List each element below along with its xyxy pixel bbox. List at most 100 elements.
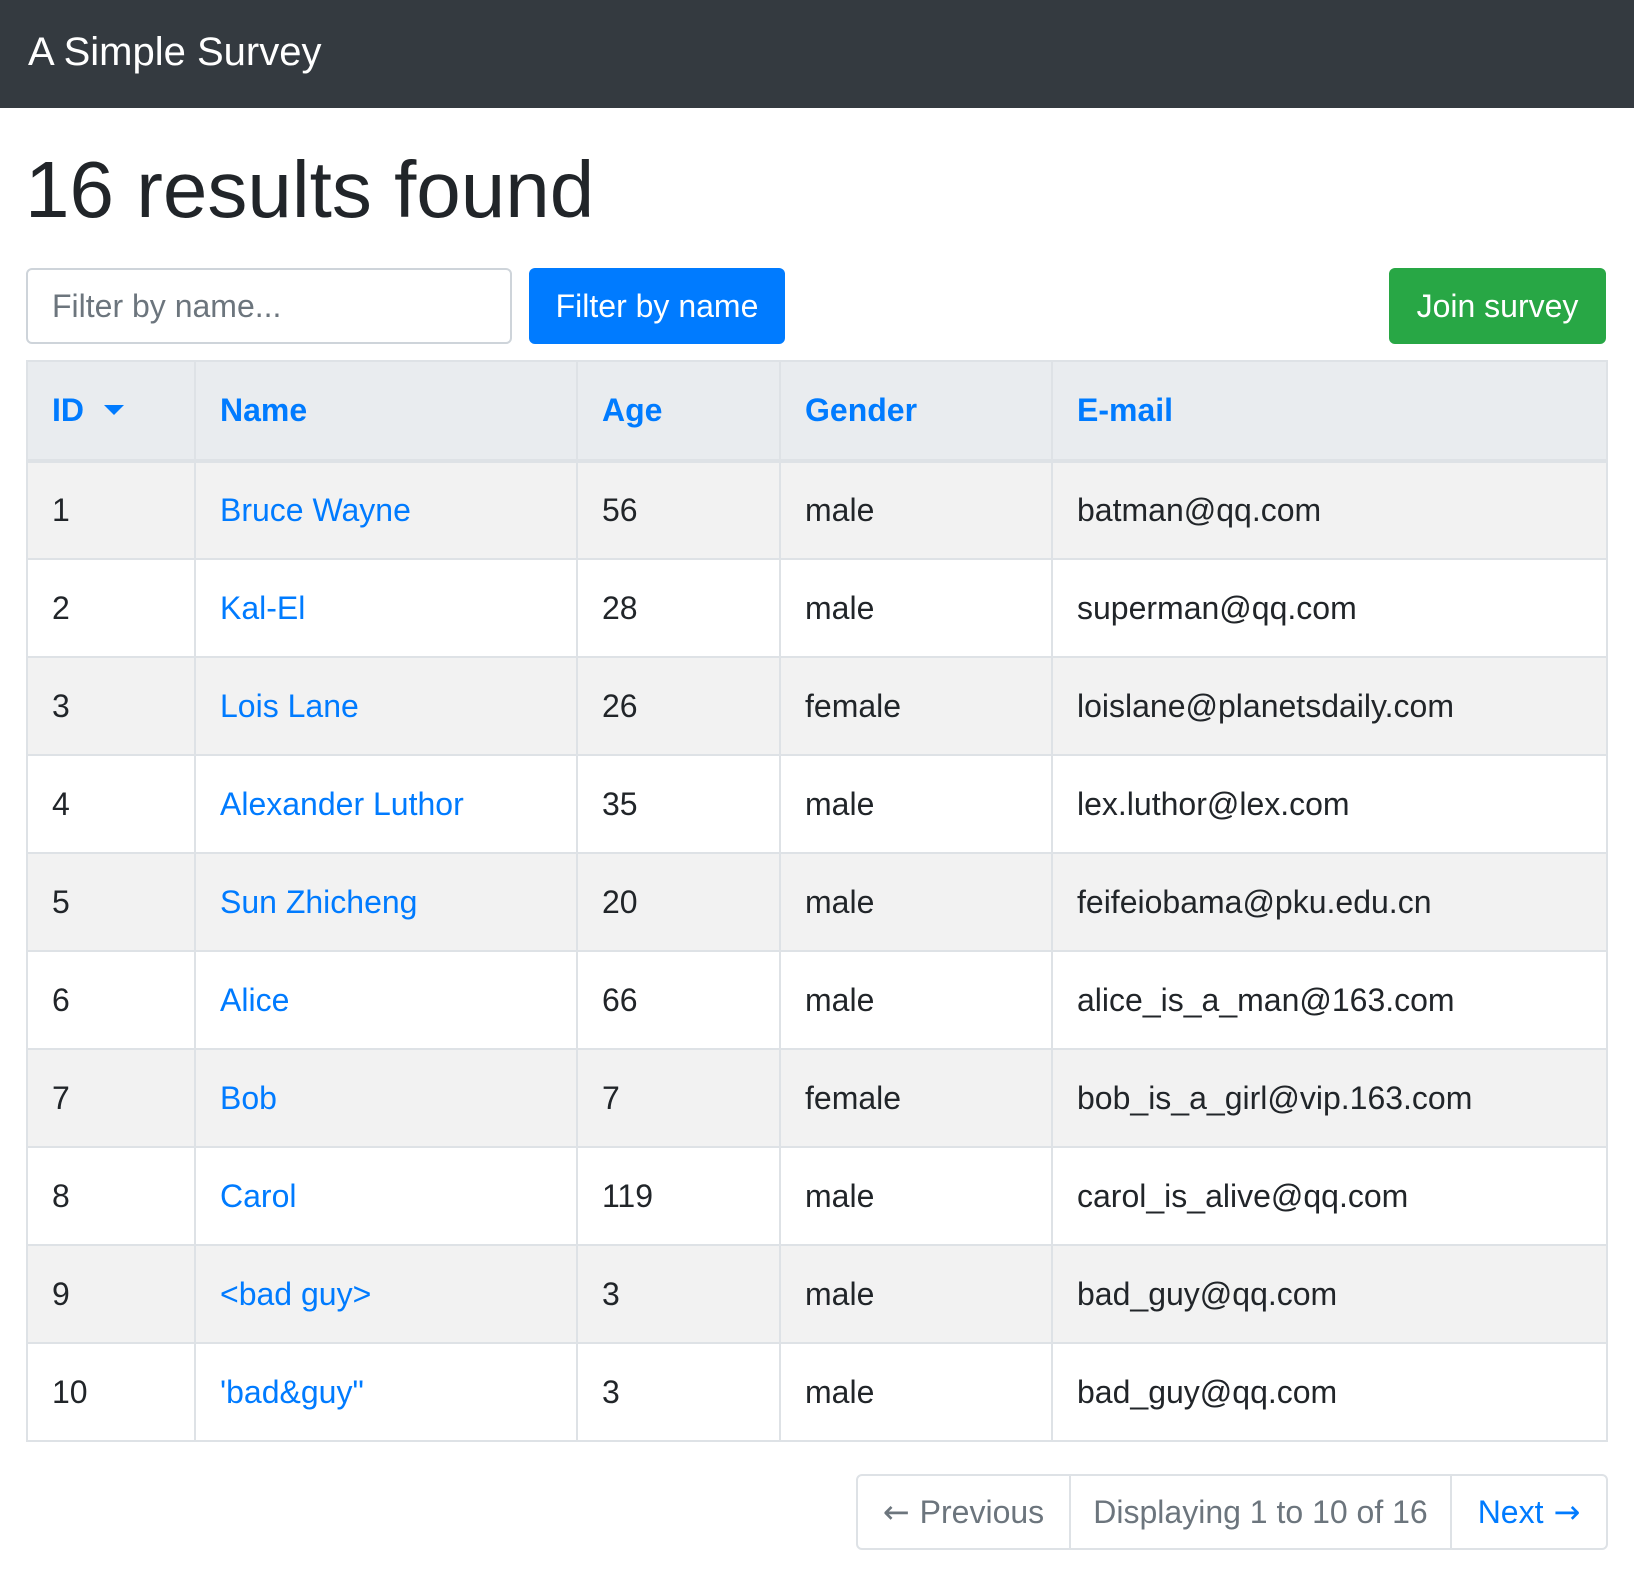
table-row: 3 Lois Lane 26 female loislane@planetsda… [26, 656, 1608, 756]
cell-id: 2 [26, 558, 196, 658]
name-link[interactable]: Alice [220, 982, 289, 1018]
arrow-right-icon: → [1553, 1493, 1581, 1531]
navbar: A Simple Survey [0, 0, 1634, 108]
cell-age: 66 [576, 950, 781, 1050]
table-row: 8 Carol 119 male carol_is_alive@qq.com [26, 1146, 1608, 1246]
table-row: 2 Kal-El 28 male superman@qq.com [26, 558, 1608, 658]
cell-age: 7 [576, 1048, 781, 1148]
cell-gender: female [779, 1048, 1053, 1148]
page-title: 16 results found [25, 145, 595, 234]
cell-email: feifeiobama@pku.edu.cn [1051, 852, 1608, 952]
navbar-brand[interactable]: A Simple Survey [28, 26, 321, 78]
cell-age: 3 [576, 1244, 781, 1344]
column-header-age[interactable]: Age [576, 360, 781, 463]
cell-id: 3 [26, 656, 196, 756]
name-link[interactable]: Sun Zhicheng [220, 884, 417, 920]
table-header-row: ID Name Age Gender E-mail [26, 360, 1608, 463]
cell-email: bob_is_a_girl@vip.163.com [1051, 1048, 1608, 1148]
cell-email: lex.luthor@lex.com [1051, 754, 1608, 854]
cell-gender: male [779, 852, 1053, 952]
cell-id: 4 [26, 754, 196, 854]
results-table: ID Name Age Gender E-mail 1 Bruce Wayne [26, 360, 1608, 1442]
next-page-button[interactable]: Next → [1452, 1476, 1606, 1548]
cell-name: <bad guy> [194, 1244, 578, 1344]
column-header-id[interactable]: ID [26, 360, 196, 463]
name-link[interactable]: Alexander Luthor [220, 786, 464, 822]
cell-gender: male [779, 1342, 1053, 1442]
cell-name: Kal-El [194, 558, 578, 658]
cell-name: Alexander Luthor [194, 754, 578, 854]
previous-page-button[interactable]: ← Previous [858, 1476, 1071, 1548]
cell-age: 119 [576, 1146, 781, 1246]
column-header-email-label[interactable]: E-mail [1077, 392, 1173, 428]
next-label: Next [1477, 1493, 1544, 1530]
cell-name: Carol [194, 1146, 578, 1246]
cell-id: 8 [26, 1146, 196, 1246]
cell-id: 1 [26, 460, 196, 560]
name-link[interactable]: Bruce Wayne [220, 492, 411, 528]
table-row: 10 'bad&guy" 3 male bad_guy@qq.com [26, 1342, 1608, 1442]
name-link[interactable]: 'bad&guy" [220, 1374, 364, 1410]
caret-down-icon [104, 404, 124, 415]
cell-age: 28 [576, 558, 781, 658]
pagination-info: Displaying 1 to 10 of 16 [1071, 1476, 1452, 1548]
table-row: 9 <bad guy> 3 male bad_guy@qq.com [26, 1244, 1608, 1344]
table-header: ID Name Age Gender E-mail [26, 360, 1608, 463]
pagination: ← Previous Displaying 1 to 10 of 16 Next… [856, 1474, 1608, 1550]
results-table-container: ID Name Age Gender E-mail 1 Bruce Wayne [26, 360, 1608, 1442]
column-header-age-label[interactable]: Age [602, 392, 662, 428]
cell-email: bad_guy@qq.com [1051, 1342, 1608, 1442]
cell-email: batman@qq.com [1051, 460, 1608, 560]
column-header-name-label[interactable]: Name [220, 392, 307, 428]
name-link[interactable]: <bad guy> [220, 1276, 371, 1312]
column-header-id-label[interactable]: ID [52, 392, 84, 428]
cell-name: Bruce Wayne [194, 460, 578, 560]
name-link[interactable]: Carol [220, 1178, 296, 1214]
cell-email: bad_guy@qq.com [1051, 1244, 1608, 1344]
cell-name: 'bad&guy" [194, 1342, 578, 1442]
cell-name: Bob [194, 1048, 578, 1148]
table-row: 6 Alice 66 male alice_is_a_man@163.com [26, 950, 1608, 1050]
cell-id: 7 [26, 1048, 196, 1148]
cell-email: alice_is_a_man@163.com [1051, 950, 1608, 1050]
cell-id: 9 [26, 1244, 196, 1344]
cell-age: 26 [576, 656, 781, 756]
column-header-gender[interactable]: Gender [779, 360, 1053, 463]
cell-id: 5 [26, 852, 196, 952]
cell-gender: male [779, 1244, 1053, 1344]
cell-name: Alice [194, 950, 578, 1050]
table-row: 5 Sun Zhicheng 20 male feifeiobama@pku.e… [26, 852, 1608, 952]
cell-name: Lois Lane [194, 656, 578, 756]
name-link[interactable]: Bob [220, 1080, 277, 1116]
column-header-name[interactable]: Name [194, 360, 578, 463]
filter-name-input[interactable] [26, 268, 512, 344]
name-link[interactable]: Lois Lane [220, 688, 359, 724]
arrow-left-icon: ← [882, 1493, 910, 1531]
join-survey-button[interactable]: Join survey [1389, 268, 1606, 344]
cell-gender: female [779, 656, 1053, 756]
table-row: 4 Alexander Luthor 35 male lex.luthor@le… [26, 754, 1608, 854]
column-header-email[interactable]: E-mail [1051, 360, 1608, 463]
cell-id: 10 [26, 1342, 196, 1442]
cell-age: 3 [576, 1342, 781, 1442]
cell-age: 35 [576, 754, 781, 854]
cell-email: superman@qq.com [1051, 558, 1608, 658]
table-row: 1 Bruce Wayne 56 male batman@qq.com [26, 460, 1608, 560]
column-header-gender-label[interactable]: Gender [805, 392, 917, 428]
name-link[interactable]: Kal-El [220, 590, 305, 626]
cell-gender: male [779, 950, 1053, 1050]
cell-id: 6 [26, 950, 196, 1050]
cell-gender: male [779, 460, 1053, 560]
cell-gender: male [779, 558, 1053, 658]
filter-by-name-button[interactable]: Filter by name [529, 268, 785, 344]
cell-gender: male [779, 1146, 1053, 1246]
cell-email: loislane@planetsdaily.com [1051, 656, 1608, 756]
table-body: 1 Bruce Wayne 56 male batman@qq.com 2 Ka… [26, 460, 1608, 1442]
cell-email: carol_is_alive@qq.com [1051, 1146, 1608, 1246]
table-row: 7 Bob 7 female bob_is_a_girl@vip.163.com [26, 1048, 1608, 1148]
cell-gender: male [779, 754, 1053, 854]
previous-label: Previous [919, 1493, 1045, 1530]
cell-name: Sun Zhicheng [194, 852, 578, 952]
cell-age: 20 [576, 852, 781, 952]
cell-age: 56 [576, 460, 781, 560]
